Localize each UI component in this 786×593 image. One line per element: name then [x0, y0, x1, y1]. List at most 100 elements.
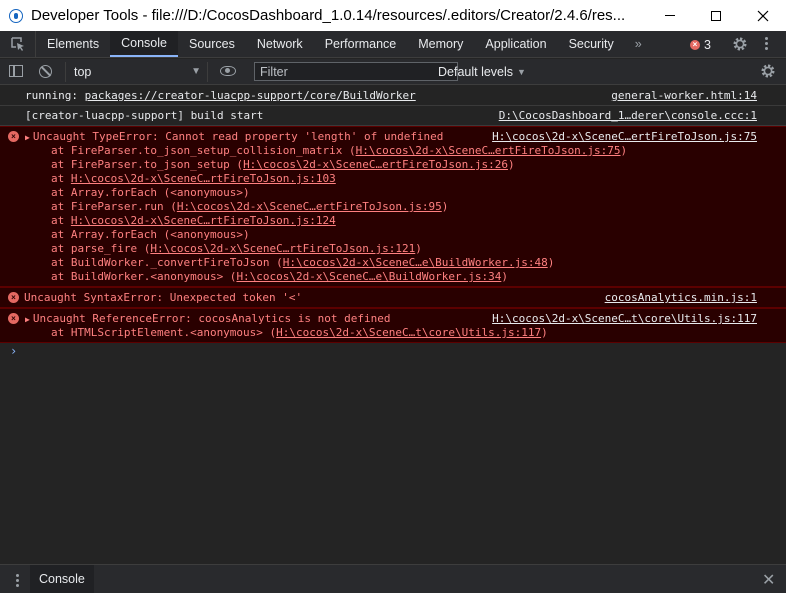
console-message-error[interactable]: × ▶ Uncaught TypeError: Cannot read prope… [0, 126, 786, 287]
devtools-tabbar: Elements Console Sources Network Performance… [0, 31, 786, 58]
close-icon [757, 10, 769, 21]
window-titlebar: Developer Tools - file:///D:/CocosDashbo… [0, 0, 786, 31]
stack-frame-end: ) [441, 200, 449, 213]
expand-triangle-icon[interactable]: ▶ [25, 315, 30, 324]
expand-triangle-icon[interactable]: ▶ [25, 133, 30, 142]
error-badge-icon: × [690, 39, 700, 50]
close-drawer-icon[interactable]: ✕ [762, 570, 775, 590]
stack-frame-function: at FireParser.to_json_setup ( [51, 158, 244, 171]
console-settings-gear-icon[interactable] [760, 63, 776, 79]
drawer-bar: Console ✕ [0, 564, 786, 593]
maximize-icon [711, 10, 721, 21]
stack-frame-function: at BuildWorker.<anonymous> ( [51, 270, 237, 283]
message-source-link[interactable]: H:\cocos\2d-x\SceneC…ertFireToJson.js:75 [492, 130, 757, 143]
tab-security[interactable]: Security [558, 31, 625, 57]
show-sidebar-icon[interactable] [9, 65, 23, 77]
stack-frame: at FireParser.to_json_setup_collision_ma… [25, 144, 758, 158]
stack-frame-link[interactable]: H:\cocos\2d-x\SceneC…rtFireToJson.js:124 [71, 214, 336, 227]
message-link[interactable]: packages://creator-luacpp-support/core/B… [85, 89, 416, 102]
stack-frame: at parse_fire (H:\cocos\2d-x\SceneC…rtFi… [25, 242, 758, 256]
tab-performance[interactable]: Performance [314, 31, 408, 57]
stack-frame-link[interactable]: H:\cocos\2d-x\SceneC…e\BuildWorker.js:34 [236, 270, 501, 283]
console-message-error[interactable]: × Uncaught SyntaxError: Unexpected token… [0, 287, 786, 308]
stack-frame: at H:\cocos\2d-x\SceneC…rtFireToJson.js:… [25, 214, 758, 228]
inspect-element-icon [10, 37, 24, 51]
drawer-menu-button[interactable] [16, 574, 19, 587]
stack-frame-function: at BuildWorker._convertFireToJson ( [51, 256, 283, 269]
stack-frame-end: ) [507, 158, 515, 171]
log-levels-label: Default levels [438, 64, 514, 79]
tab-console[interactable]: Console [110, 31, 178, 57]
filter-input[interactable] [254, 62, 458, 81]
stack-frame-link[interactable]: H:\cocos\2d-x\SceneC…t\core\Utils.js:117 [276, 326, 541, 339]
message-source-link[interactable]: H:\cocos\2d-x\SceneC…t\core\Utils.js:117 [492, 312, 757, 325]
message-source-link[interactable]: cocosAnalytics.min.js:1 [605, 291, 757, 304]
stack-frame-end: ) [501, 270, 508, 283]
context-value: top [74, 65, 92, 79]
stack-frame-link[interactable]: H:\cocos\2d-x\SceneC…ertFireToJson.js:75 [356, 144, 621, 157]
stack-frame-end: ) [620, 144, 628, 157]
window-title: Developer Tools - file:///D:/CocosDashbo… [31, 7, 626, 24]
console-message-info: [creator-luacpp-support] build start D:\… [0, 106, 786, 126]
error-count: 3 [704, 37, 711, 52]
live-expression-eye-icon[interactable] [220, 66, 236, 76]
stack-frame: at Array.forEach (<anonymous>) [25, 186, 758, 200]
error-icon: × [8, 131, 19, 142]
stack-frame: at Array.forEach (<anonymous>) [25, 228, 758, 242]
minimize-button[interactable] [647, 0, 693, 31]
message-label: running: [25, 89, 85, 102]
message-source-link[interactable]: general-worker.html:14 [611, 89, 757, 102]
dropdown-arrow-icon: ▼ [517, 66, 526, 77]
maximize-button[interactable] [693, 0, 739, 31]
stack-frame-link[interactable]: H:\cocos\2d-x\SceneC…rtFireToJson.js:103 [71, 172, 336, 185]
stack-frame-link[interactable]: H:\cocos\2d-x\SceneC…e\BuildWorker.js:48 [283, 256, 548, 269]
stack-frame-function: at [51, 172, 71, 185]
stack-frame-function: at FireParser.run ( [51, 200, 177, 213]
stack-frame-end: ) [541, 326, 548, 339]
stack-frame-function: at [51, 214, 71, 227]
stack-frame-function: at HTMLScriptElement.<anonymous> ( [51, 326, 277, 339]
stack-frame-function: at Array.forEach (<anonymous>) [51, 228, 250, 241]
tab-application[interactable]: Application [474, 31, 557, 57]
stack-frame-link[interactable]: H:\cocos\2d-x\SceneC…ertFireToJson.js:26 [243, 158, 508, 171]
stack-frame: at H:\cocos\2d-x\SceneC…rtFireToJson.js:… [25, 172, 758, 186]
inspect-element-button[interactable] [0, 31, 36, 57]
stack-frame-function: at parse_fire ( [51, 242, 151, 255]
minimize-icon [665, 15, 675, 16]
drawer-tab-console[interactable]: Console [30, 565, 94, 593]
context-selector[interactable]: top ▼ [65, 62, 208, 82]
clear-console-icon[interactable] [39, 65, 52, 78]
message-text: Uncaught ReferenceError: cocosAnalytics … [32, 312, 391, 325]
more-tabs-button[interactable]: » [625, 31, 652, 57]
stack-frame: at BuildWorker._convertFireToJson (H:\co… [25, 256, 758, 270]
tab-network[interactable]: Network [246, 31, 314, 57]
tab-memory[interactable]: Memory [407, 31, 474, 57]
stack-frame-function: at FireParser.to_json_setup_collision_ma… [51, 144, 356, 157]
console-message-error[interactable]: × ▶ Uncaught ReferenceError: cocosAnalyti… [0, 308, 786, 343]
customize-menu-button[interactable] [765, 37, 769, 50]
devtools-app-icon [9, 8, 23, 23]
stack-frame-function: at Array.forEach (<anonymous>) [51, 186, 250, 199]
stack-frame-link[interactable]: H:\cocos\2d-x\SceneC…ertFireToJson.js:95 [177, 200, 442, 213]
console-message-info: running: packages://creator-luacpp-suppo… [0, 86, 786, 106]
tab-sources[interactable]: Sources [178, 31, 246, 57]
stack-frame-link[interactable]: H:\cocos\2d-x\SceneC…rtFireToJson.js:121 [150, 242, 415, 255]
stack-frame: at FireParser.run (H:\cocos\2d-x\SceneC…… [25, 200, 758, 214]
stack-frame-end: ) [547, 256, 555, 269]
console-prompt-icon[interactable]: › [10, 344, 17, 358]
stack-frame-end: ) [415, 242, 422, 255]
dropdown-arrow-icon: ▼ [191, 66, 201, 77]
error-counter[interactable]: × 3 [690, 31, 711, 58]
error-icon: × [8, 313, 19, 324]
console-output[interactable]: running: packages://creator-luacpp-suppo… [0, 86, 786, 564]
message-text: Uncaught TypeError: Cannot read property… [32, 130, 444, 143]
settings-gear-icon[interactable] [732, 36, 748, 52]
message-source-link[interactable]: D:\CocosDashboard_1…derer\console.ccc:1 [499, 109, 757, 122]
log-levels-dropdown[interactable]: Default levels ▼ [438, 59, 526, 84]
stack-frame: at BuildWorker.<anonymous> (H:\cocos\2d-… [25, 270, 758, 284]
stack-frame: at HTMLScriptElement.<anonymous> (H:\coc… [25, 326, 758, 340]
close-window-button[interactable] [740, 0, 786, 31]
stack-frame: at FireParser.to_json_setup (H:\cocos\2d… [25, 158, 758, 172]
error-icon: × [8, 292, 19, 303]
tab-elements[interactable]: Elements [36, 31, 110, 57]
